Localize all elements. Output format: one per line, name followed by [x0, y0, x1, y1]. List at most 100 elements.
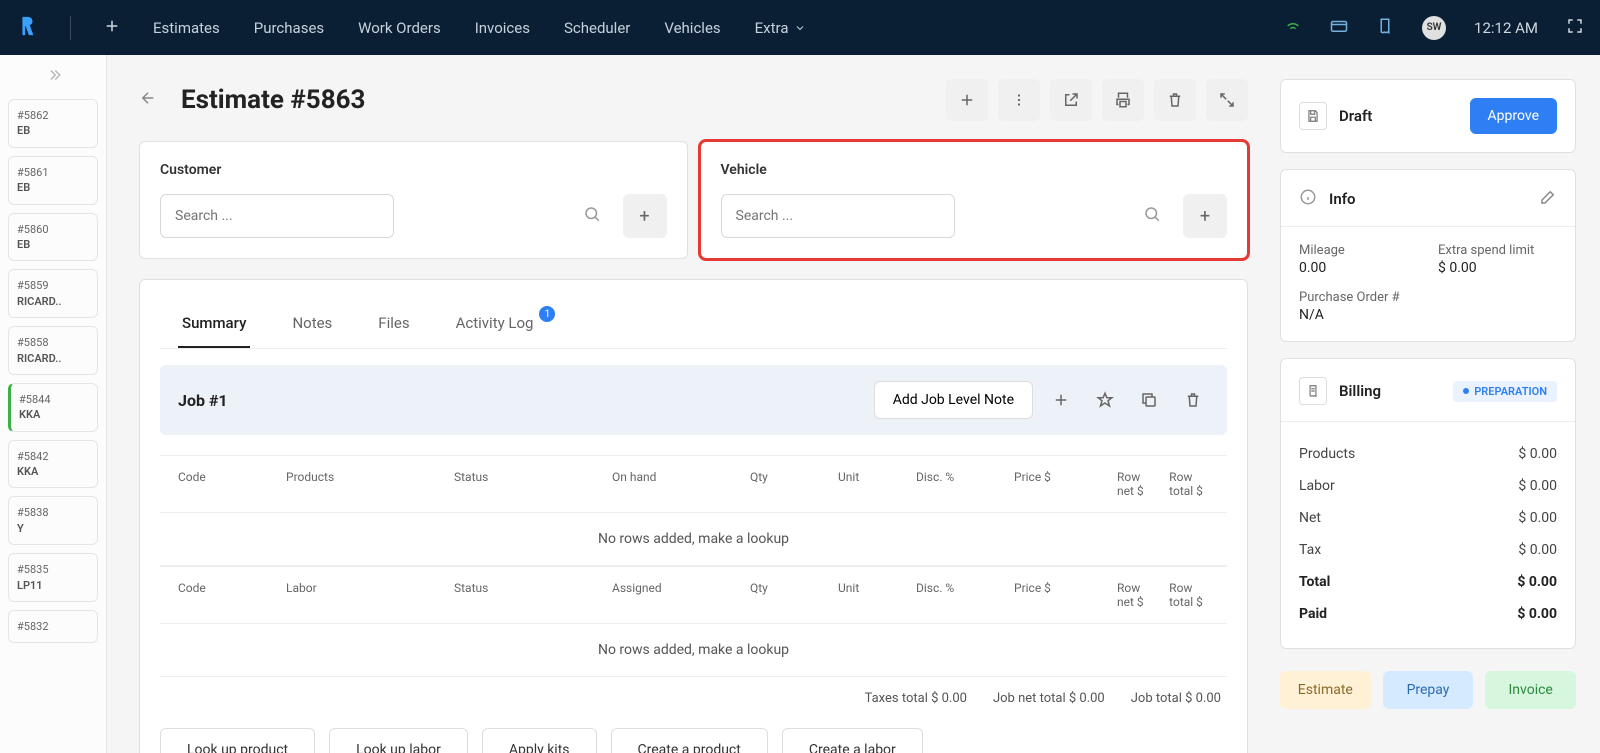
billing-icon: [1299, 377, 1327, 405]
labor-empty-row: No rows added, make a lookup: [160, 624, 1227, 677]
col-status: Status: [454, 581, 604, 609]
nav-vehicles[interactable]: Vehicles: [664, 19, 720, 37]
top-nav: Estimates Purchases Work Orders Invoices…: [0, 0, 1600, 55]
sidebar-expand-button[interactable]: [0, 55, 106, 95]
sidebar-item[interactable]: #5860EB: [8, 213, 98, 262]
job-copy-icon[interactable]: [1133, 384, 1165, 416]
billing-rows: Products$ 0.00Labor$ 0.00Net$ 0.00Tax$ 0…: [1299, 438, 1557, 630]
nav-invoices[interactable]: Invoices: [475, 19, 530, 37]
add-job-note-button[interactable]: Add Job Level Note: [874, 381, 1033, 419]
app-logo[interactable]: [16, 15, 38, 41]
products-grid-header: Code Products Status On hand Qty Unit Di…: [160, 455, 1227, 513]
tab-files[interactable]: Files: [374, 300, 413, 348]
col-code: Code: [178, 581, 278, 609]
col-rownet: Row net $: [1117, 581, 1159, 609]
sidebar-item[interactable]: #5835LP11: [8, 553, 98, 602]
col-qty: Qty: [750, 581, 830, 609]
sidebar-item[interactable]: #5861EB: [8, 156, 98, 205]
billing-panel: Billing PREPARATION Products$ 0.00Labor$…: [1280, 358, 1576, 649]
estimate-action-button[interactable]: Estimate: [1280, 671, 1371, 709]
col-rowtotal: Row total $: [1169, 581, 1217, 609]
user-avatar[interactable]: SW: [1422, 16, 1446, 40]
back-arrow-icon[interactable]: [139, 89, 157, 112]
job-add-icon[interactable]: [1045, 384, 1077, 416]
print-icon-button[interactable]: [1102, 79, 1144, 121]
vehicle-search-input[interactable]: [721, 194, 955, 238]
lookup-labor-button[interactable]: Look up labor: [329, 728, 468, 753]
wifi-icon[interactable]: [1284, 17, 1302, 39]
nav-work-orders[interactable]: Work Orders: [358, 19, 441, 37]
job-star-icon[interactable]: [1089, 384, 1121, 416]
sidebar-item[interactable]: #5842KKA: [8, 440, 98, 489]
billing-row: Paid$ 0.00: [1299, 598, 1557, 630]
info-title: Info: [1329, 190, 1356, 208]
nav-scheduler[interactable]: Scheduler: [564, 19, 630, 37]
add-icon-button[interactable]: [946, 79, 988, 121]
edit-info-icon[interactable]: [1539, 188, 1557, 210]
header-actions: [946, 79, 1248, 121]
billing-row: Net$ 0.00: [1299, 502, 1557, 534]
clock-display: 12:12 AM: [1474, 19, 1538, 37]
col-status: Status: [454, 470, 604, 498]
billing-row: Labor$ 0.00: [1299, 470, 1557, 502]
add-vehicle-button[interactable]: +: [1183, 194, 1227, 238]
customer-search-input[interactable]: [160, 194, 394, 238]
vehicle-label: Vehicle: [721, 162, 1228, 178]
nav-extra[interactable]: Extra: [755, 19, 807, 37]
lookup-product-button[interactable]: Look up product: [160, 728, 315, 753]
apply-kits-button[interactable]: Apply kits: [482, 728, 597, 753]
nav-links: Estimates Purchases Work Orders Invoices…: [153, 19, 806, 37]
col-code: Code: [178, 470, 278, 498]
po-label: Purchase Order #: [1299, 290, 1557, 305]
sidebar-item[interactable]: #5862EB: [8, 99, 98, 148]
save-icon: [1299, 102, 1327, 130]
fullscreen-icon[interactable]: [1566, 17, 1584, 39]
receipt-icon[interactable]: [1376, 17, 1394, 39]
delete-icon-button[interactable]: [1154, 79, 1196, 121]
sidebar-item[interactable]: #5858RICARD..: [8, 326, 98, 375]
lookup-row: Look up product Look up labor Apply kits…: [160, 728, 1227, 753]
sidebar-item[interactable]: #5859RICARD..: [8, 269, 98, 318]
col-rownet: Row net $: [1117, 470, 1159, 498]
sidebar-item[interactable]: #5832: [8, 610, 98, 643]
card-icon[interactable]: [1330, 17, 1348, 39]
info-icon: [1299, 188, 1317, 210]
create-labor-button[interactable]: Create a labor: [782, 728, 923, 753]
divider: [70, 16, 71, 40]
nav-right: SW 12:12 AM: [1284, 16, 1584, 40]
global-add-button[interactable]: [103, 16, 121, 40]
spend-limit-label: Extra spend limit: [1438, 243, 1557, 258]
taxes-total: Taxes total $ 0.00: [865, 691, 967, 706]
approve-button[interactable]: Approve: [1470, 98, 1557, 134]
tab-activity-log[interactable]: Activity Log 1: [452, 300, 538, 348]
open-external-icon-button[interactable]: [1050, 79, 1092, 121]
more-icon-button[interactable]: [998, 79, 1040, 121]
sidebar-item[interactable]: #5844KKA: [8, 383, 98, 432]
col-onhand: On hand: [612, 470, 742, 498]
job-net-total: Job net total $ 0.00: [993, 691, 1105, 706]
create-product-button[interactable]: Create a product: [611, 728, 768, 753]
col-price: Price $: [1014, 470, 1109, 498]
nav-estimates[interactable]: Estimates: [153, 19, 220, 37]
col-unit: Unit: [838, 581, 908, 609]
job-totals-row: Taxes total $ 0.00 Job net total $ 0.00 …: [160, 677, 1227, 706]
nav-purchases[interactable]: Purchases: [254, 19, 324, 37]
invoice-action-button[interactable]: Invoice: [1485, 671, 1576, 709]
prepay-action-button[interactable]: Prepay: [1383, 671, 1474, 709]
labor-grid-header: Code Labor Status Assigned Qty Unit Disc…: [160, 566, 1227, 624]
page-title: Estimate #5863: [181, 85, 365, 115]
estimate-sidebar: #5862EB #5861EB #5860EB #5859RICARD.. #5858R…: [0, 55, 107, 753]
expand-icon-button[interactable]: [1206, 79, 1248, 121]
col-rowtotal: Row total $: [1169, 470, 1217, 498]
tab-activity-log-label: Activity Log: [456, 314, 534, 332]
col-unit: Unit: [838, 470, 908, 498]
add-customer-button[interactable]: +: [623, 194, 667, 238]
job-delete-icon[interactable]: [1177, 384, 1209, 416]
vehicle-card: Vehicle +: [700, 141, 1249, 259]
sidebar-item[interactable]: #5838Y: [8, 496, 98, 545]
tab-notes[interactable]: Notes: [288, 300, 336, 348]
page-header: Estimate #5863: [139, 79, 1248, 121]
job-total: Job total $ 0.00: [1131, 691, 1221, 706]
tab-summary[interactable]: Summary: [178, 300, 250, 348]
job-tabs-card: Summary Notes Files Activity Log 1 Job #…: [139, 279, 1248, 753]
